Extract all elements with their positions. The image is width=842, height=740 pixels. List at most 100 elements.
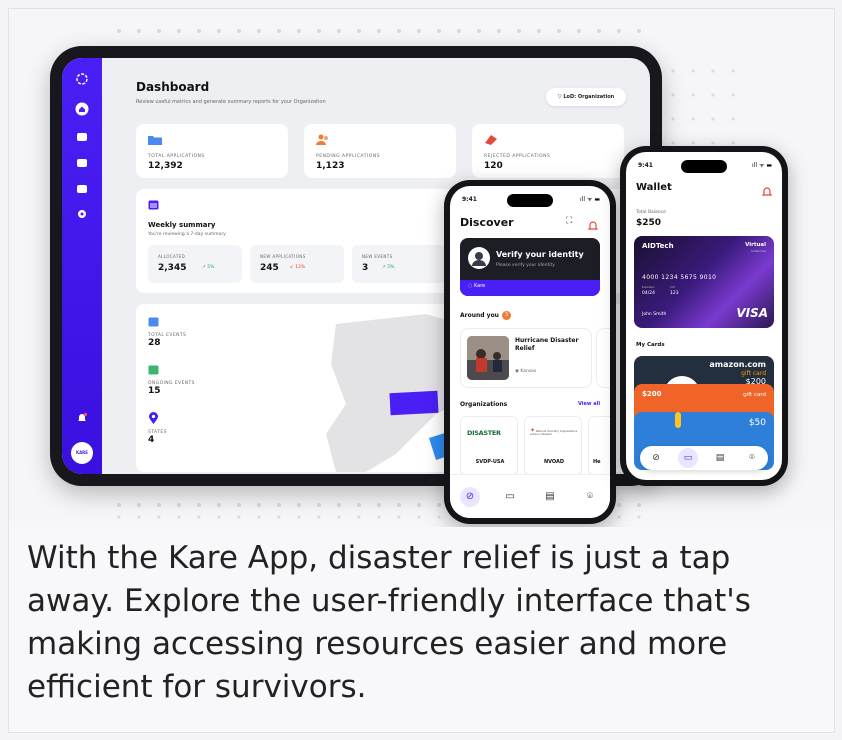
bell-icon[interactable] (587, 216, 599, 235)
org-card[interactable]: ✦ National Voluntary Organizations Activ… (524, 416, 582, 476)
gift-card-amount: $50 (748, 418, 766, 428)
card-brand: AIDTech (642, 242, 674, 250)
organizations-label: Organizations (460, 401, 508, 408)
document-icon[interactable]: ▤ (710, 448, 730, 468)
balance-value: $250 (636, 218, 662, 228)
weekly-item-value: 245 (260, 263, 279, 273)
compass-icon[interactable]: ⊘ (646, 448, 666, 468)
inbox-icon[interactable] (74, 182, 90, 198)
folder-icon[interactable] (74, 130, 90, 146)
stat-value: 12,392 (148, 161, 183, 171)
post-card: KARE Dashboard Review useful metrics and… (8, 8, 835, 733)
status-time: 9:41 (638, 162, 653, 169)
document-icon[interactable]: ▤ (540, 487, 560, 507)
event-stat: STATES 4 (148, 412, 167, 445)
expiry-label: Expiration (642, 286, 655, 289)
event-stat-value: 4 (148, 435, 155, 445)
virtual-card[interactable]: AIDTech Virtual Limited Use 4000 1234 56… (634, 236, 774, 328)
screen-title: Discover (460, 216, 514, 229)
org-name: NVOAD (543, 459, 565, 465)
expiry-value: 04/24 (642, 291, 655, 296)
page-title: Dashboard (136, 80, 210, 94)
lod-label: LoD: Organization (563, 94, 615, 100)
stat-value: 120 (484, 161, 503, 171)
org-name: SVDP-USA (475, 459, 505, 465)
bell-icon[interactable] (761, 182, 773, 201)
event-location: ◉ Kansas (515, 369, 537, 374)
calendar-icon (148, 316, 186, 330)
trend-up-badge: ↗ 5% (202, 265, 215, 270)
screen-title: Wallet (636, 182, 672, 193)
cvv-label: CVV (670, 286, 676, 289)
status-icons: ıll ᯤ ▬ (580, 196, 600, 203)
verify-subtitle: Please verify your identity (496, 263, 555, 268)
stat-label: TOTAL APPLICATIONS (148, 154, 205, 159)
fingerprint-icon[interactable]: ⌾ (742, 448, 762, 468)
weekly-item-value: 2,345 (158, 263, 187, 273)
folder-icon (148, 134, 162, 148)
map-pin-icon (148, 412, 167, 427)
event-stat: TOTAL EVENTS 28 (148, 316, 186, 348)
tab-bar: ⊘ ▭ ▤ ⌾ (450, 474, 610, 518)
weekly-subtitle: You're reviewing a 7-day summary (148, 232, 226, 237)
weekly-item-label: NEW EVENTS (362, 254, 393, 259)
wallet-screen: 9:41 ıll ᯤ ▬ Wallet Total Balance $250 A… (626, 152, 782, 480)
calendar-check-icon (148, 364, 195, 378)
folder-icon[interactable]: ▭ (500, 487, 520, 507)
org-card[interactable]: DISASTER SVDP-USA (460, 416, 518, 476)
sidebar: KARE (62, 58, 102, 474)
tab-bar: ⊘ ▭ ▤ ⌾ (640, 446, 768, 470)
event-stat-value: 15 (148, 386, 161, 396)
org-name: He (593, 459, 601, 465)
caption: With the Kare App, disaster relief is ju… (27, 540, 751, 705)
stat-card-rejected: REJECTED APPLICATIONS 120 (472, 124, 624, 178)
phone-wallet: 9:41 ıll ᯤ ▬ Wallet Total Balance $250 A… (620, 146, 788, 486)
status-icons: ıll ᯤ ▬ (752, 162, 772, 169)
around-you-label: Around you (460, 312, 499, 319)
verify-title: Verify your identity (496, 250, 584, 259)
scan-icon[interactable]: ⛶ (566, 216, 572, 226)
card-holder: John Smith (642, 312, 667, 317)
view-all-link[interactable]: View all (578, 401, 600, 407)
fingerprint-icon[interactable]: ⌾ (580, 487, 600, 507)
weekly-item: NEW EVENTS 3 ↗ 5% (352, 245, 446, 283)
compass-icon[interactable]: ⊘ (460, 486, 480, 507)
kare-tag: ◌ Kare (468, 283, 486, 289)
event-card[interactable]: Hurricane Disaster Relief ◉ Kansas (460, 328, 592, 388)
stat-card-total: TOTAL APPLICATIONS 12,392 (136, 124, 288, 178)
gift-card-kind: gift card (743, 392, 766, 398)
home-icon[interactable] (74, 102, 90, 118)
stat-card-pending: PENDING APPLICATIONS 1,123 (304, 124, 456, 178)
card-tier-sub: Limited Use (751, 250, 766, 253)
visa-logo: VISA (736, 306, 768, 320)
trend-up-badge: ↗ 5% (382, 265, 395, 270)
calendar-icon[interactable] (74, 156, 90, 172)
balance-label: Total Balance (636, 210, 666, 215)
gift-card-amount: $200 (642, 390, 662, 398)
reject-icon (484, 134, 498, 148)
phone-discover: 9:41 ıll ᯤ ▬ Discover ⛶ Verify your iden… (444, 180, 616, 524)
weekly-item: ALLOCATED 2,345 ↗ 5% (148, 245, 242, 283)
my-cards-label: My Cards (636, 342, 665, 348)
event-title: Hurricane Disaster Relief (515, 337, 579, 352)
event-card-next[interactable] (596, 328, 610, 388)
amazon-logo: amazon.com (709, 360, 766, 369)
stat-value: 1,123 (316, 161, 345, 171)
hero-image: KARE Dashboard Review useful metrics and… (9, 9, 834, 527)
settings-icon[interactable] (74, 208, 90, 224)
stat-label: REJECTED APPLICATIONS (484, 154, 551, 159)
bell-icon[interactable] (74, 412, 90, 428)
discover-screen: 9:41 ıll ᯤ ▬ Discover ⛶ Verify your iden… (450, 186, 610, 518)
avatar[interactable]: KARE (71, 442, 93, 464)
avatar (468, 247, 490, 269)
org-card[interactable]: He (588, 416, 610, 476)
lod-filter-button[interactable]: ▽ LoD: Organization (546, 88, 626, 106)
folder-icon[interactable]: ▭ (678, 448, 698, 468)
logo-icon (74, 72, 90, 88)
event-stat: ONGOING EVENTS 15 (148, 364, 195, 396)
verify-identity-banner[interactable]: Verify your identity Please verify your … (460, 238, 600, 296)
dynamic-island (507, 194, 553, 207)
card-number: 4000 1234 5675 9010 (642, 274, 717, 281)
calendar-icon (148, 199, 159, 213)
dynamic-island (681, 160, 727, 173)
